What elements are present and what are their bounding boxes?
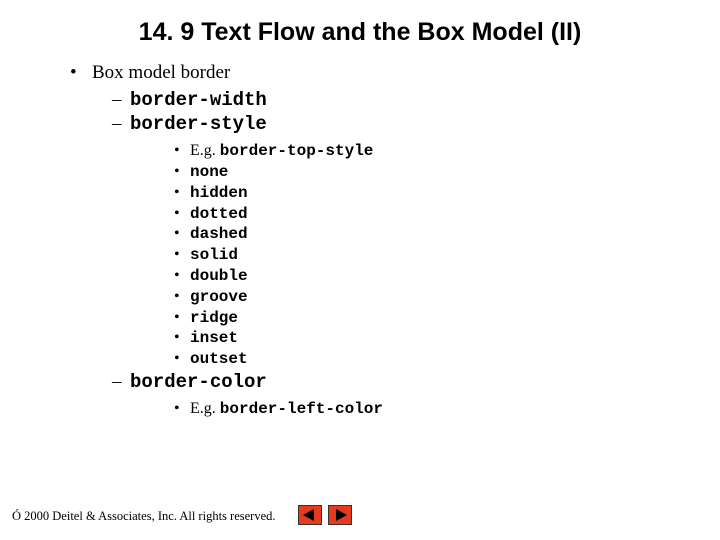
bullet-level3: groove [174, 287, 692, 308]
eg-prefix: E.g. [190, 142, 220, 159]
code-text: border-color [130, 371, 267, 393]
code-text: outset [190, 350, 248, 368]
bullet-level3: E.g. border-left-color [174, 399, 692, 420]
code-text: solid [190, 246, 238, 264]
code-text: hidden [190, 184, 248, 202]
code-text: inset [190, 329, 238, 347]
code-text: border-top-style [220, 142, 374, 160]
bullet-level2: border-color E.g. border-left-color [112, 370, 692, 420]
code-text: double [190, 267, 248, 285]
bullet-level3: inset [174, 328, 692, 349]
nav-controls [298, 505, 354, 530]
next-button[interactable] [328, 505, 352, 525]
bullet-level2: border-style E.g. border-top-style none … [112, 112, 692, 370]
bullet-level3: solid [174, 245, 692, 266]
code-text: groove [190, 288, 248, 306]
bullet-level3: outset [174, 349, 692, 370]
code-text: border-left-color [220, 400, 383, 418]
code-text: dotted [190, 205, 248, 223]
bullet-text: Box model border [92, 62, 230, 83]
code-text: dashed [190, 225, 248, 243]
bullet-level3: dashed [174, 224, 692, 245]
code-text: border-width [130, 89, 267, 111]
bullet-level3: none [174, 162, 692, 183]
bullet-level3: ridge [174, 308, 692, 329]
copyright-footer: Ó 2000 Deitel & Associates, Inc. All rig… [12, 509, 276, 524]
bullet-level3: hidden [174, 183, 692, 204]
prev-button[interactable] [298, 505, 322, 525]
code-text: border-style [130, 113, 267, 135]
bullet-level1: Box model border border-width border-sty… [70, 61, 692, 420]
bullet-level3: double [174, 266, 692, 287]
bullet-level2: border-width [112, 88, 692, 113]
eg-prefix: E.g. [190, 400, 220, 417]
code-text: none [190, 163, 228, 181]
bullet-level3: E.g. border-top-style [174, 141, 692, 162]
slide-title: 14. 9 Text Flow and the Box Model (II) [28, 18, 692, 47]
bullet-level3: dotted [174, 204, 692, 225]
code-text: ridge [190, 309, 238, 327]
